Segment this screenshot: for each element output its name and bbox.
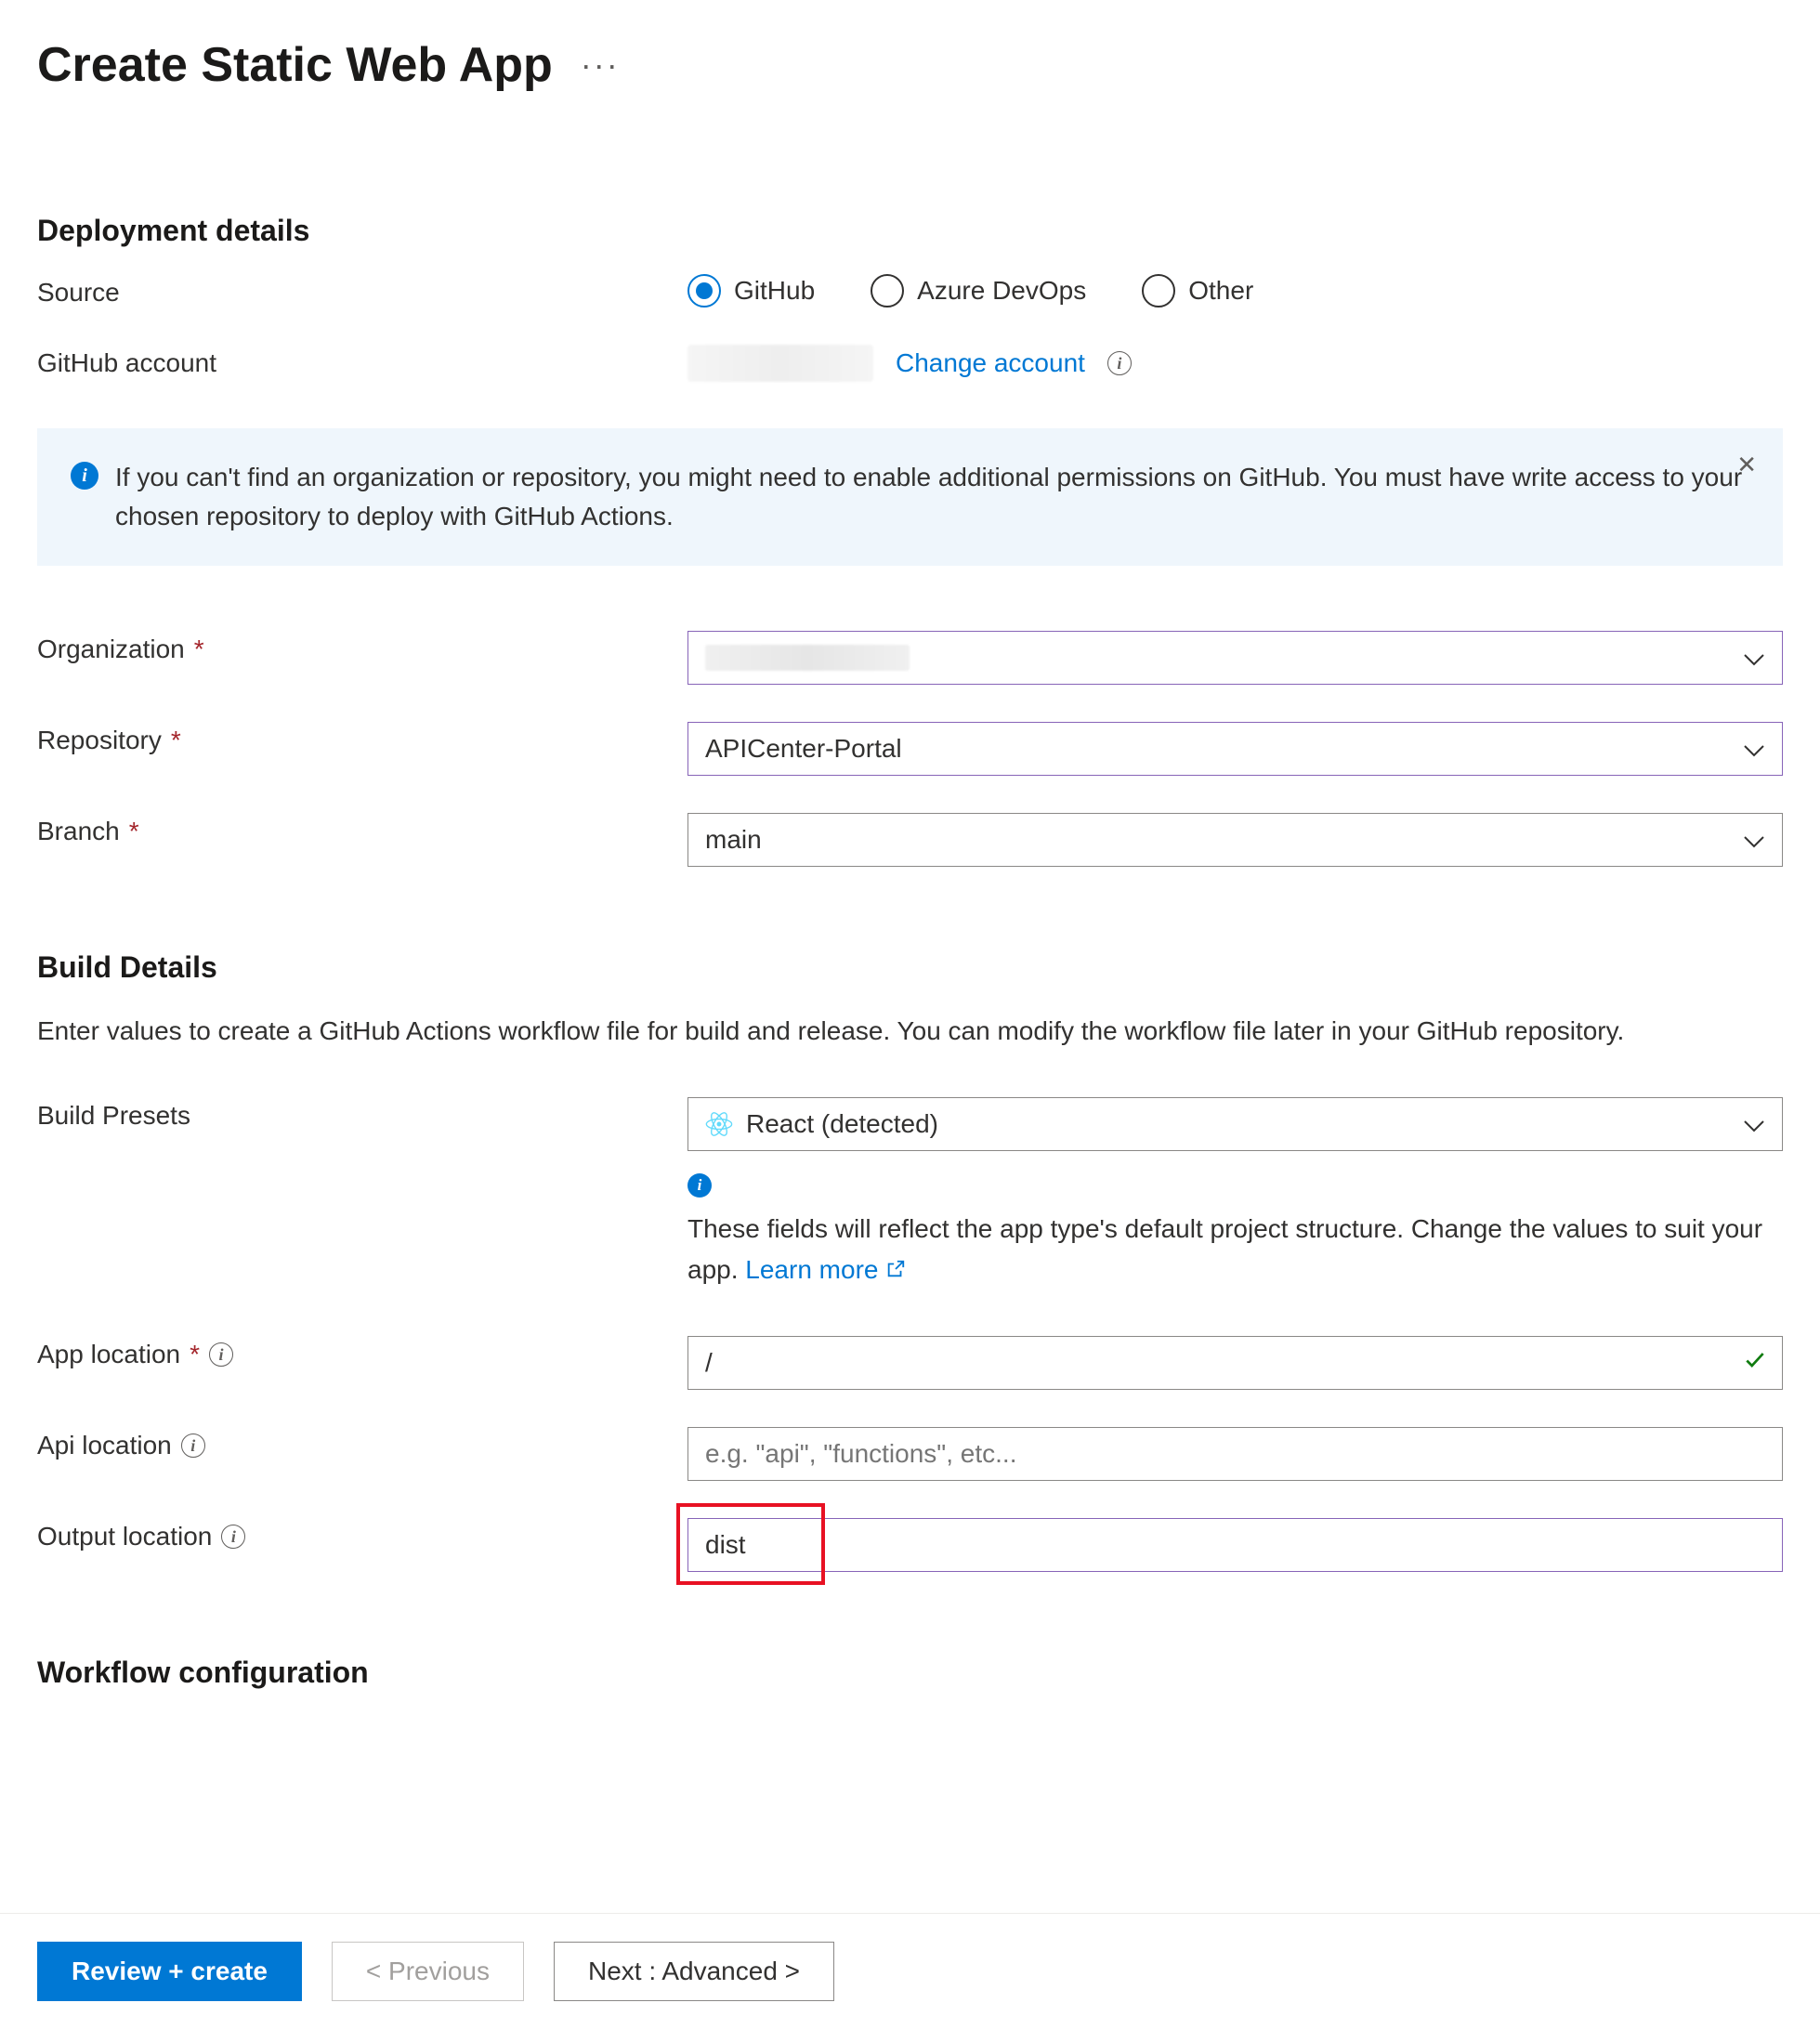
organization-value	[705, 645, 910, 671]
api-location-placeholder: e.g. "api", "functions", etc...	[705, 1439, 1016, 1469]
info-icon[interactable]: i	[1107, 351, 1132, 375]
source-radio-other[interactable]: Other	[1142, 274, 1253, 308]
info-icon[interactable]: i	[209, 1342, 233, 1367]
change-account-link[interactable]: Change account	[896, 348, 1085, 378]
checkmark-icon	[1743, 1348, 1767, 1379]
app-location-label: App location	[37, 1340, 180, 1369]
chevron-down-icon	[1743, 825, 1765, 855]
source-radio-devops-label: Azure DevOps	[917, 276, 1086, 306]
info-icon[interactable]: i	[181, 1433, 205, 1458]
branch-label: Branch	[37, 817, 120, 846]
close-icon[interactable]: ✕	[1736, 451, 1757, 479]
source-radio-group: GitHub Azure DevOps Other	[687, 274, 1783, 308]
page-title: Create Static Web App	[37, 37, 553, 93]
source-radio-devops[interactable]: Azure DevOps	[871, 274, 1086, 308]
deployment-section-title: Deployment details	[37, 214, 1783, 248]
branch-value: main	[705, 825, 762, 855]
learn-more-link[interactable]: Learn more	[745, 1250, 906, 1289]
github-account-value	[687, 345, 873, 382]
next-button[interactable]: Next : Advanced >	[554, 1942, 834, 2001]
source-radio-other-label: Other	[1188, 276, 1253, 306]
external-link-icon	[885, 1259, 906, 1279]
more-menu-icon[interactable]: ···	[581, 46, 620, 85]
chevron-down-icon	[1743, 1109, 1765, 1139]
info-icon[interactable]: i	[221, 1525, 245, 1549]
output-location-input[interactable]: dist	[687, 1518, 1783, 1572]
build-section-description: Enter values to create a GitHub Actions …	[37, 1011, 1783, 1051]
app-location-input[interactable]: /	[687, 1336, 1783, 1390]
api-location-input[interactable]: e.g. "api", "functions", etc...	[687, 1427, 1783, 1481]
permissions-info-banner: i If you can't find an organization or r…	[37, 428, 1783, 566]
required-star: *	[129, 817, 139, 846]
github-account-label: GitHub account	[37, 345, 687, 378]
info-icon: i	[687, 1173, 712, 1198]
repository-select[interactable]: APICenter-Portal	[687, 722, 1783, 776]
api-location-label: Api location	[37, 1431, 172, 1460]
app-location-value: /	[705, 1348, 713, 1378]
learn-more-text: Learn more	[745, 1250, 878, 1289]
required-star: *	[194, 635, 204, 664]
organization-select[interactable]	[687, 631, 1783, 685]
organization-label: Organization	[37, 635, 185, 664]
info-banner-text: If you can't find an organization or rep…	[115, 458, 1749, 536]
repository-label: Repository	[37, 726, 162, 755]
info-icon: i	[71, 462, 98, 490]
build-presets-label: Build Presets	[37, 1097, 687, 1131]
source-radio-github[interactable]: GitHub	[687, 274, 815, 308]
build-presets-select[interactable]: React (detected)	[687, 1097, 1783, 1151]
branch-select[interactable]: main	[687, 813, 1783, 867]
footer-actions: Review + create < Previous Next : Advanc…	[0, 1913, 1820, 2029]
react-icon	[705, 1110, 733, 1138]
required-star: *	[190, 1340, 200, 1369]
repository-value: APICenter-Portal	[705, 734, 902, 764]
required-star: *	[171, 726, 181, 755]
chevron-down-icon	[1743, 643, 1765, 673]
review-create-button[interactable]: Review + create	[37, 1942, 302, 2001]
chevron-down-icon	[1743, 734, 1765, 764]
source-label: Source	[37, 274, 687, 308]
workflow-section-title: Workflow configuration	[37, 1656, 1783, 1690]
output-location-label: Output location	[37, 1522, 212, 1551]
source-radio-github-label: GitHub	[734, 276, 815, 306]
build-section-title: Build Details	[37, 950, 1783, 985]
output-location-value: dist	[705, 1530, 746, 1560]
build-presets-value: React (detected)	[746, 1109, 938, 1139]
previous-button: < Previous	[332, 1942, 524, 2001]
